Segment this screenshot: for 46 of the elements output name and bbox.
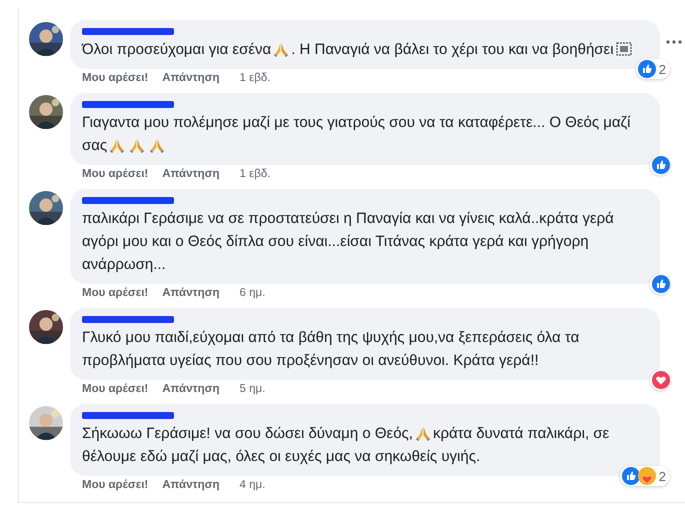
praying-hands-icon	[149, 137, 166, 153]
comment-text: προβλήματα υγείας που σου προξένησαν οι ανεύθυνοι. Κράτα γερά!!	[82, 352, 539, 369]
comment-action-link[interactable]: Μου αρέσει!	[82, 287, 148, 299]
comment-action-link[interactable]: Μου αρέσει!	[82, 72, 148, 84]
comment-text: Γιαγαντα μου πολέμησε μαζί με τους γιατρούς σου να τα καταφέρετε... Ο Θεός μαζί	[82, 114, 631, 131]
comment-action-link[interactable]: Απάντηση	[162, 72, 220, 84]
missing-glyph-icon	[616, 41, 632, 57]
comment-text: Γλυκό μου παιδί,εύχομαι από τα βάθη της ψυχής μου,να ξεπεράσεις όλα τα	[82, 329, 580, 346]
comment-time: 1 εβδ.	[240, 168, 270, 180]
like-icon	[652, 275, 670, 293]
comment-action-link[interactable]: Μου αρέσει!	[82, 168, 148, 180]
more-options-icon[interactable]	[666, 40, 682, 44]
praying-hands-icon	[109, 137, 126, 153]
praying-hands-icon	[273, 41, 290, 57]
comment-time: 4 ημ.	[240, 479, 266, 491]
comment-text: κράτα δυνατά παλικάρι, σε	[432, 425, 610, 442]
reaction-badge[interactable]	[650, 274, 670, 294]
reaction-badge[interactable]	[650, 155, 670, 175]
comment-text: σας	[82, 137, 108, 154]
reaction-badge[interactable]	[650, 370, 670, 390]
comment-action-link[interactable]: Απάντηση	[162, 479, 220, 491]
reaction-badge[interactable]: 2	[620, 466, 670, 486]
comment-text: ανάρρωση...	[82, 256, 166, 273]
hugging-face-icon	[638, 467, 656, 485]
like-icon	[652, 156, 670, 174]
reaction-count: 2	[658, 62, 666, 76]
comment-action-link[interactable]: Μου αρέσει!	[82, 479, 148, 491]
comment-time: 5 ημ.	[240, 383, 266, 395]
praying-hands-icon	[129, 137, 146, 153]
comment-text: Όλοι προσεύχομαι για εσένα	[82, 41, 272, 58]
comment-time: 1 εβδ.	[240, 72, 270, 84]
reaction-badge[interactable]: 2	[636, 59, 670, 79]
comment-text: Σήκωωω Γεράσιμε! να σου δώσει δύναμη ο Θεός,	[82, 425, 413, 442]
comment-text: θέλουμε εδώ μαζί μας, όλες οι ευχές μας να σηκωθείς υγιής.	[82, 448, 480, 465]
comment-action-link[interactable]: Απάντηση	[162, 168, 220, 180]
comment-action-link[interactable]: Μου αρέσει!	[82, 383, 148, 395]
comment-text: αγόρι μου και ο Θεός δίπλα σου είναι...είσαι Τιτάνας κράτα γερά και γρήγορη	[82, 233, 589, 250]
reaction-count: 2	[658, 468, 666, 484]
comment-time: 6 ημ.	[240, 287, 266, 299]
like-icon	[638, 60, 656, 78]
like-icon	[622, 467, 640, 485]
comment-action-link[interactable]: Απάντηση	[162, 287, 220, 299]
comment-text: παλικάρι Γεράσιμε να σε προστατεύσει η Παναγία και να γίνεις καλά..κράτα γερά	[82, 210, 614, 227]
comment-action-link[interactable]: Απάντηση	[162, 383, 220, 395]
praying-hands-icon	[414, 425, 431, 441]
comment-text: . Η Παναγιά να βάλει το χέρι του και να βοηθήσει	[291, 41, 614, 58]
